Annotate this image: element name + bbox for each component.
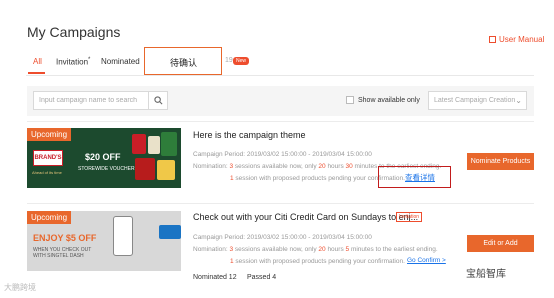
nominated-count: Nominated 12	[193, 274, 237, 281]
tab-pending-label[interactable]: 待确认	[170, 56, 197, 69]
pending-text: session with proposed products pending y…	[233, 258, 405, 265]
banner-subline: STOREWIDE VOUCHER	[78, 166, 135, 172]
user-manual-label: User Manual	[499, 35, 545, 44]
nomination-text: sessions available now, only	[233, 163, 319, 170]
search-input[interactable]	[33, 91, 149, 110]
phone-image	[113, 216, 133, 256]
nomination-text: hours	[325, 246, 346, 253]
tab-invitation-label: Invitation	[56, 57, 89, 67]
pending-info: 1 session with proposed products pending…	[230, 258, 405, 265]
nomination-prefix: Nomination:	[193, 163, 230, 170]
list-divider	[27, 121, 534, 122]
passed-count: Passed 4	[247, 274, 277, 281]
sort-select[interactable]: Latest Campaign Creation ⌄	[428, 91, 527, 110]
campaign-banner[interactable]: Upcoming BRAND'S Ahead of its time $20 O…	[27, 128, 181, 188]
nomination-text: sessions available now, only	[233, 246, 319, 253]
nomination-text: hours	[325, 163, 346, 170]
product-image	[148, 136, 160, 154]
user-manual-link[interactable]: User Manual	[489, 35, 544, 44]
banner-headline: ENJOY $5 OFF	[33, 233, 97, 243]
product-image	[157, 160, 175, 180]
product-image	[135, 158, 155, 180]
campaign-banner[interactable]: Upcoming ENJOY $5 OFF WHEN YOU CHECK OUT…	[27, 211, 181, 271]
tab-invitation-mark: *	[88, 57, 91, 63]
campaign-title[interactable]: Here is the campaign theme	[193, 130, 306, 140]
brand-tagline: Ahead of its time	[32, 170, 62, 175]
banner-headline: $20 OFF	[85, 152, 121, 162]
tab-all[interactable]: All	[33, 57, 42, 66]
campaign-title[interactable]: Check out with your Citi Credit Card on …	[193, 212, 418, 222]
new-badge: New	[233, 57, 250, 65]
nominate-products-button[interactable]: Nominate Products	[467, 153, 534, 170]
page-title: My Campaigns	[27, 24, 121, 40]
book-icon	[489, 36, 496, 43]
hours-count: 20	[318, 246, 326, 253]
campaign-period: Campaign Period: 2019/03/02 15:00:00 - 2…	[193, 151, 372, 158]
campaign-tabs: All Invitation* Nominated	[0, 50, 554, 76]
status-badge: Upcoming	[27, 128, 72, 141]
banner-subline-2: WITH SINGTEL DASH	[33, 253, 84, 259]
product-image	[132, 134, 146, 154]
tab-invitation[interactable]: Invitation*	[56, 57, 90, 67]
status-badge: Upcoming	[27, 211, 72, 224]
watermark: 大鹏跨境	[4, 283, 36, 292]
product-image	[161, 132, 177, 156]
campaign-period: Campaign Period: 2019/03/02 15:00:00 - 2…	[193, 234, 372, 241]
invitation-tag: Invitation	[396, 212, 423, 222]
sort-select-value: Latest Campaign Creation	[434, 97, 516, 104]
hours-count: 20	[318, 163, 326, 170]
tabs-divider	[26, 75, 534, 76]
nomination-prefix: Nomination:	[193, 246, 230, 253]
tab-active-indicator	[28, 72, 45, 74]
brand-logo: BRAND'S	[33, 150, 63, 166]
watermark: 宝船智库	[462, 263, 510, 282]
tab-count-fragment: 19	[225, 57, 233, 64]
show-available-label: Show available only	[358, 97, 420, 104]
show-available-checkbox[interactable]	[346, 96, 354, 104]
chevron-down-icon: ⌄	[515, 96, 522, 105]
banner-subline: WHEN YOU CHECK OUT WITH SINGTEL DASH	[33, 247, 91, 259]
search-icon	[153, 96, 162, 105]
search-button[interactable]	[148, 91, 168, 110]
go-confirm-link[interactable]: Go Confirm >	[407, 257, 446, 264]
minutes-count: 30	[345, 163, 353, 170]
list-divider	[27, 203, 534, 204]
credit-card-image	[159, 225, 181, 239]
nomination-info: Nomination: 3 sessions available now, on…	[193, 246, 438, 253]
nomination-text: minutes to the earliest ending.	[349, 246, 438, 253]
edit-or-add-button[interactable]: Edit or Add	[467, 235, 534, 252]
view-details-link[interactable]: 查看详情	[405, 172, 435, 183]
tab-nominated[interactable]: Nominated	[101, 57, 140, 66]
